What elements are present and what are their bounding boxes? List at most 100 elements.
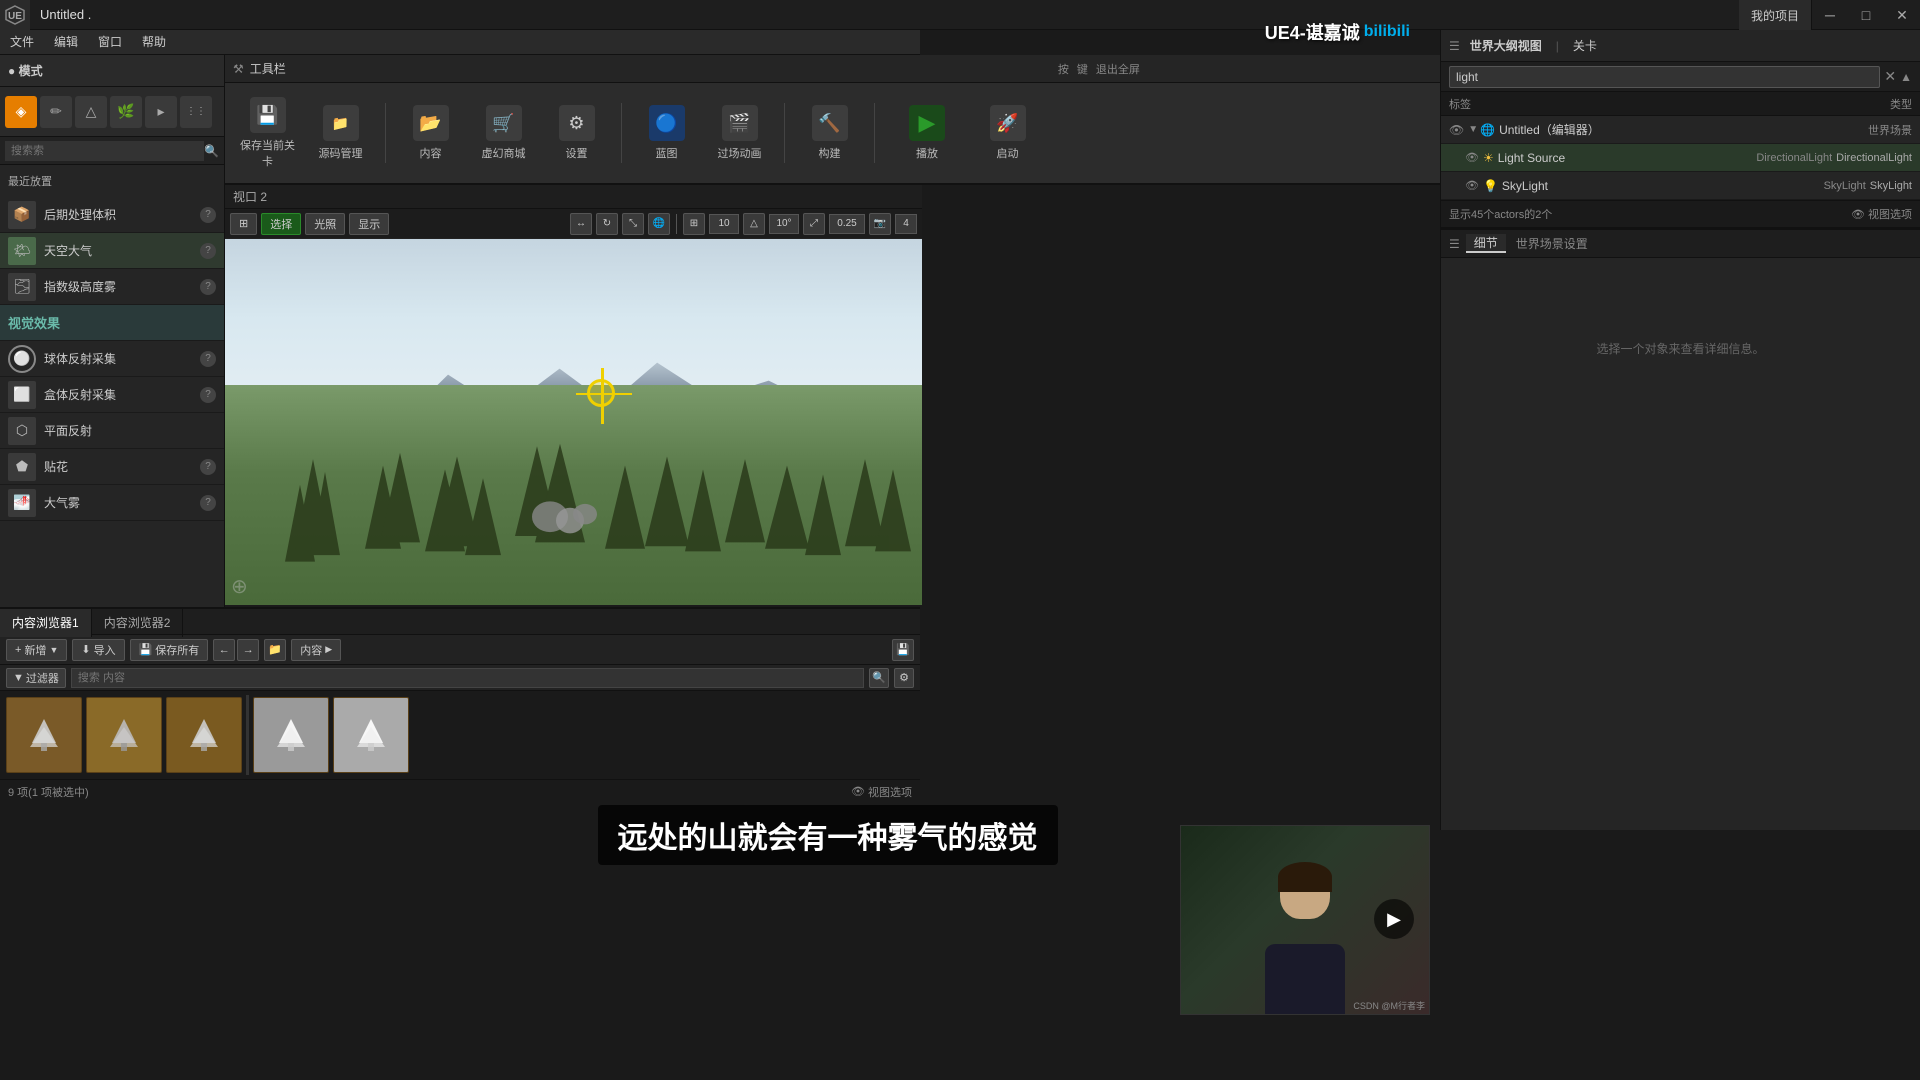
- cb-tab2[interactable]: 内容浏览器2: [92, 609, 184, 637]
- outliner-row-lightsource[interactable]: 👁 ☀ Light Source DirectionalLight Direct…: [1441, 144, 1920, 172]
- perspective-btn[interactable]: ⊞: [230, 213, 257, 235]
- rotate-icon-btn[interactable]: ↻: [596, 213, 618, 235]
- row-world-icon: 🌐: [1480, 123, 1495, 137]
- panel-item-skyatmo[interactable]: 🌤 天空大气 ?: [0, 233, 224, 269]
- panel-item-box-reflect[interactable]: ⬜ 盒体反射采集 ?: [0, 377, 224, 413]
- row-untitled-name: Untitled（编辑器）: [1499, 121, 1868, 138]
- new-btn[interactable]: + 新增 ▼: [6, 639, 67, 661]
- content-settings-btn[interactable]: ⚙: [894, 668, 914, 688]
- angle-input[interactable]: 10°: [769, 214, 799, 234]
- filter-btn[interactable]: ▼ 过滤器: [6, 668, 66, 688]
- transform-icon-btn[interactable]: ↔: [570, 213, 592, 235]
- box-reflect-info[interactable]: ?: [200, 387, 216, 403]
- cinematics-button[interactable]: 🎬 过场动画: [707, 94, 772, 172]
- outliner-tab-title[interactable]: 世界大纲视图: [1470, 37, 1542, 54]
- save-level-button[interactable]: 💾 保存当前关卡: [235, 94, 300, 172]
- atmofog-info[interactable]: ?: [200, 495, 216, 511]
- grid-size-input[interactable]: 10: [709, 214, 739, 234]
- level-tab[interactable]: 关卡: [1573, 37, 1597, 54]
- grid-icon-btn[interactable]: ⊞: [683, 213, 705, 235]
- outliner-row-skylight[interactable]: 👁 💡 SkyLight SkyLight SkyLight: [1441, 172, 1920, 200]
- menu-help[interactable]: 帮助: [132, 30, 176, 55]
- search-collapse-icon[interactable]: ▲: [1900, 70, 1912, 84]
- paint-mode-btn[interactable]: ✏: [40, 96, 72, 128]
- toolbar-extra-btn2[interactable]: 键: [1077, 61, 1088, 77]
- scale-num-btn[interactable]: ⤢: [803, 213, 825, 235]
- panel-item-postprocess[interactable]: 📦 后期处理体积 ?: [0, 197, 224, 233]
- panel-item-atmofog[interactable]: 🌁 大气雾 ?: [0, 485, 224, 521]
- gizmo-widget[interactable]: [587, 379, 615, 407]
- menu-edit[interactable]: 编辑: [44, 30, 88, 55]
- postprocess-info[interactable]: ?: [200, 207, 216, 223]
- source-control-button[interactable]: 📁 源码管理: [308, 94, 373, 172]
- maximize-button[interactable]: □: [1848, 0, 1884, 30]
- nav-back-btn[interactable]: ←: [213, 639, 235, 661]
- foliage-item-3[interactable]: [166, 697, 242, 773]
- save-all-btn[interactable]: 💾 保存所有: [130, 639, 209, 661]
- foliage-item-5[interactable]: [333, 697, 409, 773]
- path-display[interactable]: 内容 ▶: [291, 639, 341, 661]
- content-button[interactable]: 📂 内容: [398, 94, 463, 172]
- content-search-icon-btn[interactable]: 🔍: [869, 668, 889, 688]
- save-icon-btn[interactable]: 💾: [892, 639, 914, 661]
- world-icon-btn[interactable]: 🌐: [648, 213, 670, 235]
- landscape-mode-btn[interactable]: △: [75, 96, 107, 128]
- cb-view-options[interactable]: 👁 视图选项: [851, 784, 912, 800]
- skyatmo-info[interactable]: ?: [200, 243, 216, 259]
- row-eye-icon[interactable]: 👁: [1449, 123, 1464, 137]
- import-btn[interactable]: ⬇ 导入: [72, 639, 124, 661]
- panel-item-sphere-reflect[interactable]: ⚪ 球体反射采集 ?: [0, 341, 224, 377]
- launch-button[interactable]: 🚀 启动: [975, 94, 1040, 172]
- minimize-button[interactable]: ─: [1812, 0, 1848, 30]
- cb-tab1[interactable]: 内容浏览器1: [0, 609, 92, 637]
- camera-speed-input[interactable]: 4: [895, 214, 917, 234]
- panel-item-visualfx[interactable]: 视觉效果: [0, 305, 224, 341]
- content-search-input[interactable]: [71, 668, 864, 688]
- skylight-eye-icon[interactable]: 👁: [1465, 179, 1479, 192]
- close-button[interactable]: ✕: [1884, 0, 1920, 30]
- foliage-mode-btn[interactable]: 🌿: [110, 96, 142, 128]
- menu-file[interactable]: 文件: [0, 30, 44, 55]
- panel-item-decal[interactable]: ⬟ 贴花 ?: [0, 449, 224, 485]
- row-expand-icon[interactable]: ▼: [1468, 124, 1478, 135]
- toolbar-extra-btn1[interactable]: 按: [1058, 61, 1069, 77]
- world-settings-tab[interactable]: 世界场景设置: [1508, 235, 1596, 252]
- folder-btn[interactable]: 📁: [264, 639, 286, 661]
- foliage-item-1[interactable]: [6, 697, 82, 773]
- viewport[interactable]: 视口 2 ⊞ 选择 光照 显示 ↔ ↻ ⤡ 🌐 ⊞ 10 △ 10° ⤢ 0.2…: [225, 185, 922, 605]
- menu-window[interactable]: 窗口: [88, 30, 132, 55]
- webcam-play-btn[interactable]: ▶: [1374, 899, 1414, 939]
- heightfog-info[interactable]: ?: [200, 279, 216, 295]
- build-button[interactable]: 🔨 构建: [797, 94, 862, 172]
- toolbar-extra-btn3[interactable]: 退出全屏: [1096, 61, 1140, 77]
- lighting-btn[interactable]: 光照: [305, 213, 345, 235]
- settings-button[interactable]: ⚙ 设置: [544, 94, 609, 172]
- camera-speed-btn[interactable]: 📷: [869, 213, 891, 235]
- show-btn[interactable]: 显示: [349, 213, 389, 235]
- mesh-mode-btn[interactable]: ▸: [145, 96, 177, 128]
- search-input[interactable]: [5, 141, 204, 161]
- blueprint-button[interactable]: 🔵 蓝图: [634, 94, 699, 172]
- my-project-button[interactable]: 我的项目: [1739, 0, 1812, 30]
- nav-fwd-btn[interactable]: →: [237, 639, 259, 661]
- scale-icon-btn[interactable]: ⤡: [622, 213, 644, 235]
- scale-input[interactable]: 0.25: [829, 214, 865, 234]
- more-tools-btn[interactable]: ⋮⋮: [180, 96, 212, 128]
- sphere-reflect-info[interactable]: ?: [200, 351, 216, 367]
- foliage-item-4[interactable]: [253, 697, 329, 773]
- view-options-btn[interactable]: 👁 视图选项: [1851, 206, 1912, 222]
- details-tab[interactable]: 细节: [1466, 234, 1506, 253]
- panel-item-heightfog[interactable]: 🌫 指数级高度雾 ?: [0, 269, 224, 305]
- search-clear-icon[interactable]: ✕: [1884, 68, 1896, 85]
- outliner-row-untitled[interactable]: 👁 ▼ 🌐 Untitled（编辑器） 世界场景: [1441, 116, 1920, 144]
- select-mode-btn[interactable]: ◈: [5, 96, 37, 128]
- marketplace-button[interactable]: 🛒 虚幻商城: [471, 94, 536, 172]
- play-button[interactable]: ▶ 播放: [887, 94, 967, 172]
- decal-info[interactable]: ?: [200, 459, 216, 475]
- outliner-search[interactable]: [1449, 66, 1880, 88]
- lightsource-eye-icon[interactable]: 👁: [1465, 151, 1479, 164]
- foliage-item-2[interactable]: [86, 697, 162, 773]
- panel-item-plane-reflect[interactable]: ⬡ 平面反射: [0, 413, 224, 449]
- angle-icon-btn[interactable]: △: [743, 213, 765, 235]
- select-btn[interactable]: 选择: [261, 213, 301, 235]
